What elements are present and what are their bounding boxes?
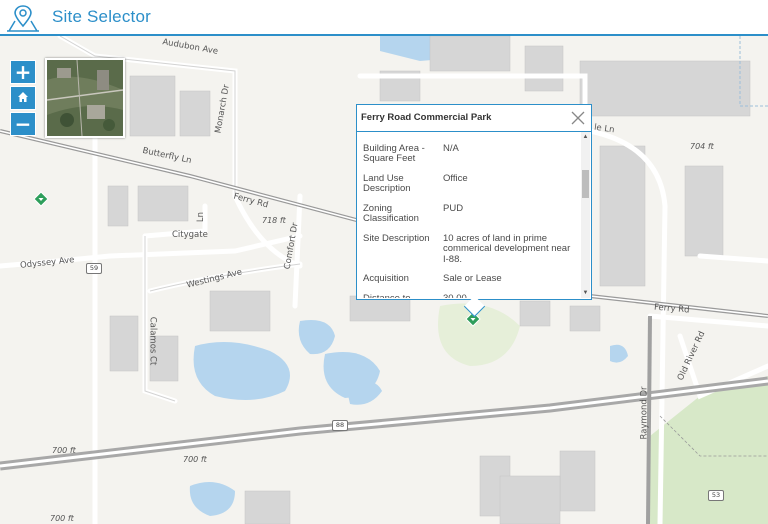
elevation-label: 700 ft [52,446,76,455]
popup-scrollbar[interactable]: ▲ ▼ [581,132,590,298]
route-shield-59: 59 [86,263,102,274]
attribute-label: Land Use Description [363,172,411,194]
popup-header: Ferry Road Commercial Park [357,105,591,132]
attribute-value: PUD [443,202,464,214]
scroll-up-icon[interactable]: ▲ [582,133,589,141]
attribute-row: Site Description 10 acres of land in prim… [363,232,573,275]
street-label-calamos: Calamos Ct [147,316,158,366]
elevation-label: 704 ft [690,142,714,151]
attribute-value: 30.00 [443,292,467,298]
scroll-down-icon[interactable]: ▼ [582,289,589,297]
route-shield-53: 53 [708,490,724,501]
attribute-value: Office [443,172,468,184]
attribute-row: Acquisition Sale or Lease [363,273,573,294]
attribute-value: N/A [443,142,459,154]
popup-title: Ferry Road Commercial Park [361,112,492,123]
street-label-ln: Ln [196,211,207,223]
site-marker-icon[interactable] [33,191,49,211]
attribute-row: Acres [363,132,573,144]
attribute-row: Distance to Airport - Miles 30.00 [363,292,573,298]
elevation-label: 700 ft [183,455,207,464]
zoom-controls: + − [10,60,36,138]
attribute-table: AcresBuilding Area - Square Feet N/A Land … [363,132,573,298]
aerial-thumbnail [47,60,123,136]
attribute-row: Building Area - Square Feet N/A [363,142,573,174]
attribute-label: Acquisition [363,273,409,284]
map-view[interactable]: Audubon Ave Monarch Dr Butterfly Ln Ferr… [0,36,768,524]
attribute-label: Distance to Airport - Miles [363,292,411,298]
attribute-value: 10 acres of land in prime commerical dev… [443,232,571,265]
attribute-value [443,132,573,144]
popup-content[interactable]: AcresBuilding Area - Square Feet N/A Land … [357,132,583,298]
attribute-label: Zoning Classification [363,202,419,224]
attribute-row: Land Use Description Office [363,172,573,204]
zoom-in-button[interactable]: + [10,60,36,84]
street-label-citygate: Citygate [172,230,208,240]
home-button[interactable] [10,86,36,110]
home-icon [18,92,28,102]
app-header: Site Selector [0,0,768,36]
attribute-value: Sale or Lease [443,273,502,284]
attribute-label: Site Description [363,232,430,244]
zoom-out-button[interactable]: − [10,112,36,136]
elevation-label: 700 ft [50,514,74,523]
attribute-label: Acres [363,132,443,144]
attribute-label: Building Area - Square Feet [363,142,425,164]
elevation-label: 718 ft [262,216,286,225]
app-title: Site Selector [52,7,151,26]
close-icon[interactable] [570,110,586,126]
map-pin-logo-icon [7,5,39,32]
attribute-row: Zoning Classification PUD [363,202,573,234]
site-popup: Ferry Road Commercial Park AcresBuilding… [356,104,592,318]
overview-map[interactable] [45,58,125,138]
scroll-thumb[interactable] [582,170,589,198]
street-label-raymond: Raymond Dr [639,386,650,440]
route-shield-i88: 88 [332,420,348,431]
